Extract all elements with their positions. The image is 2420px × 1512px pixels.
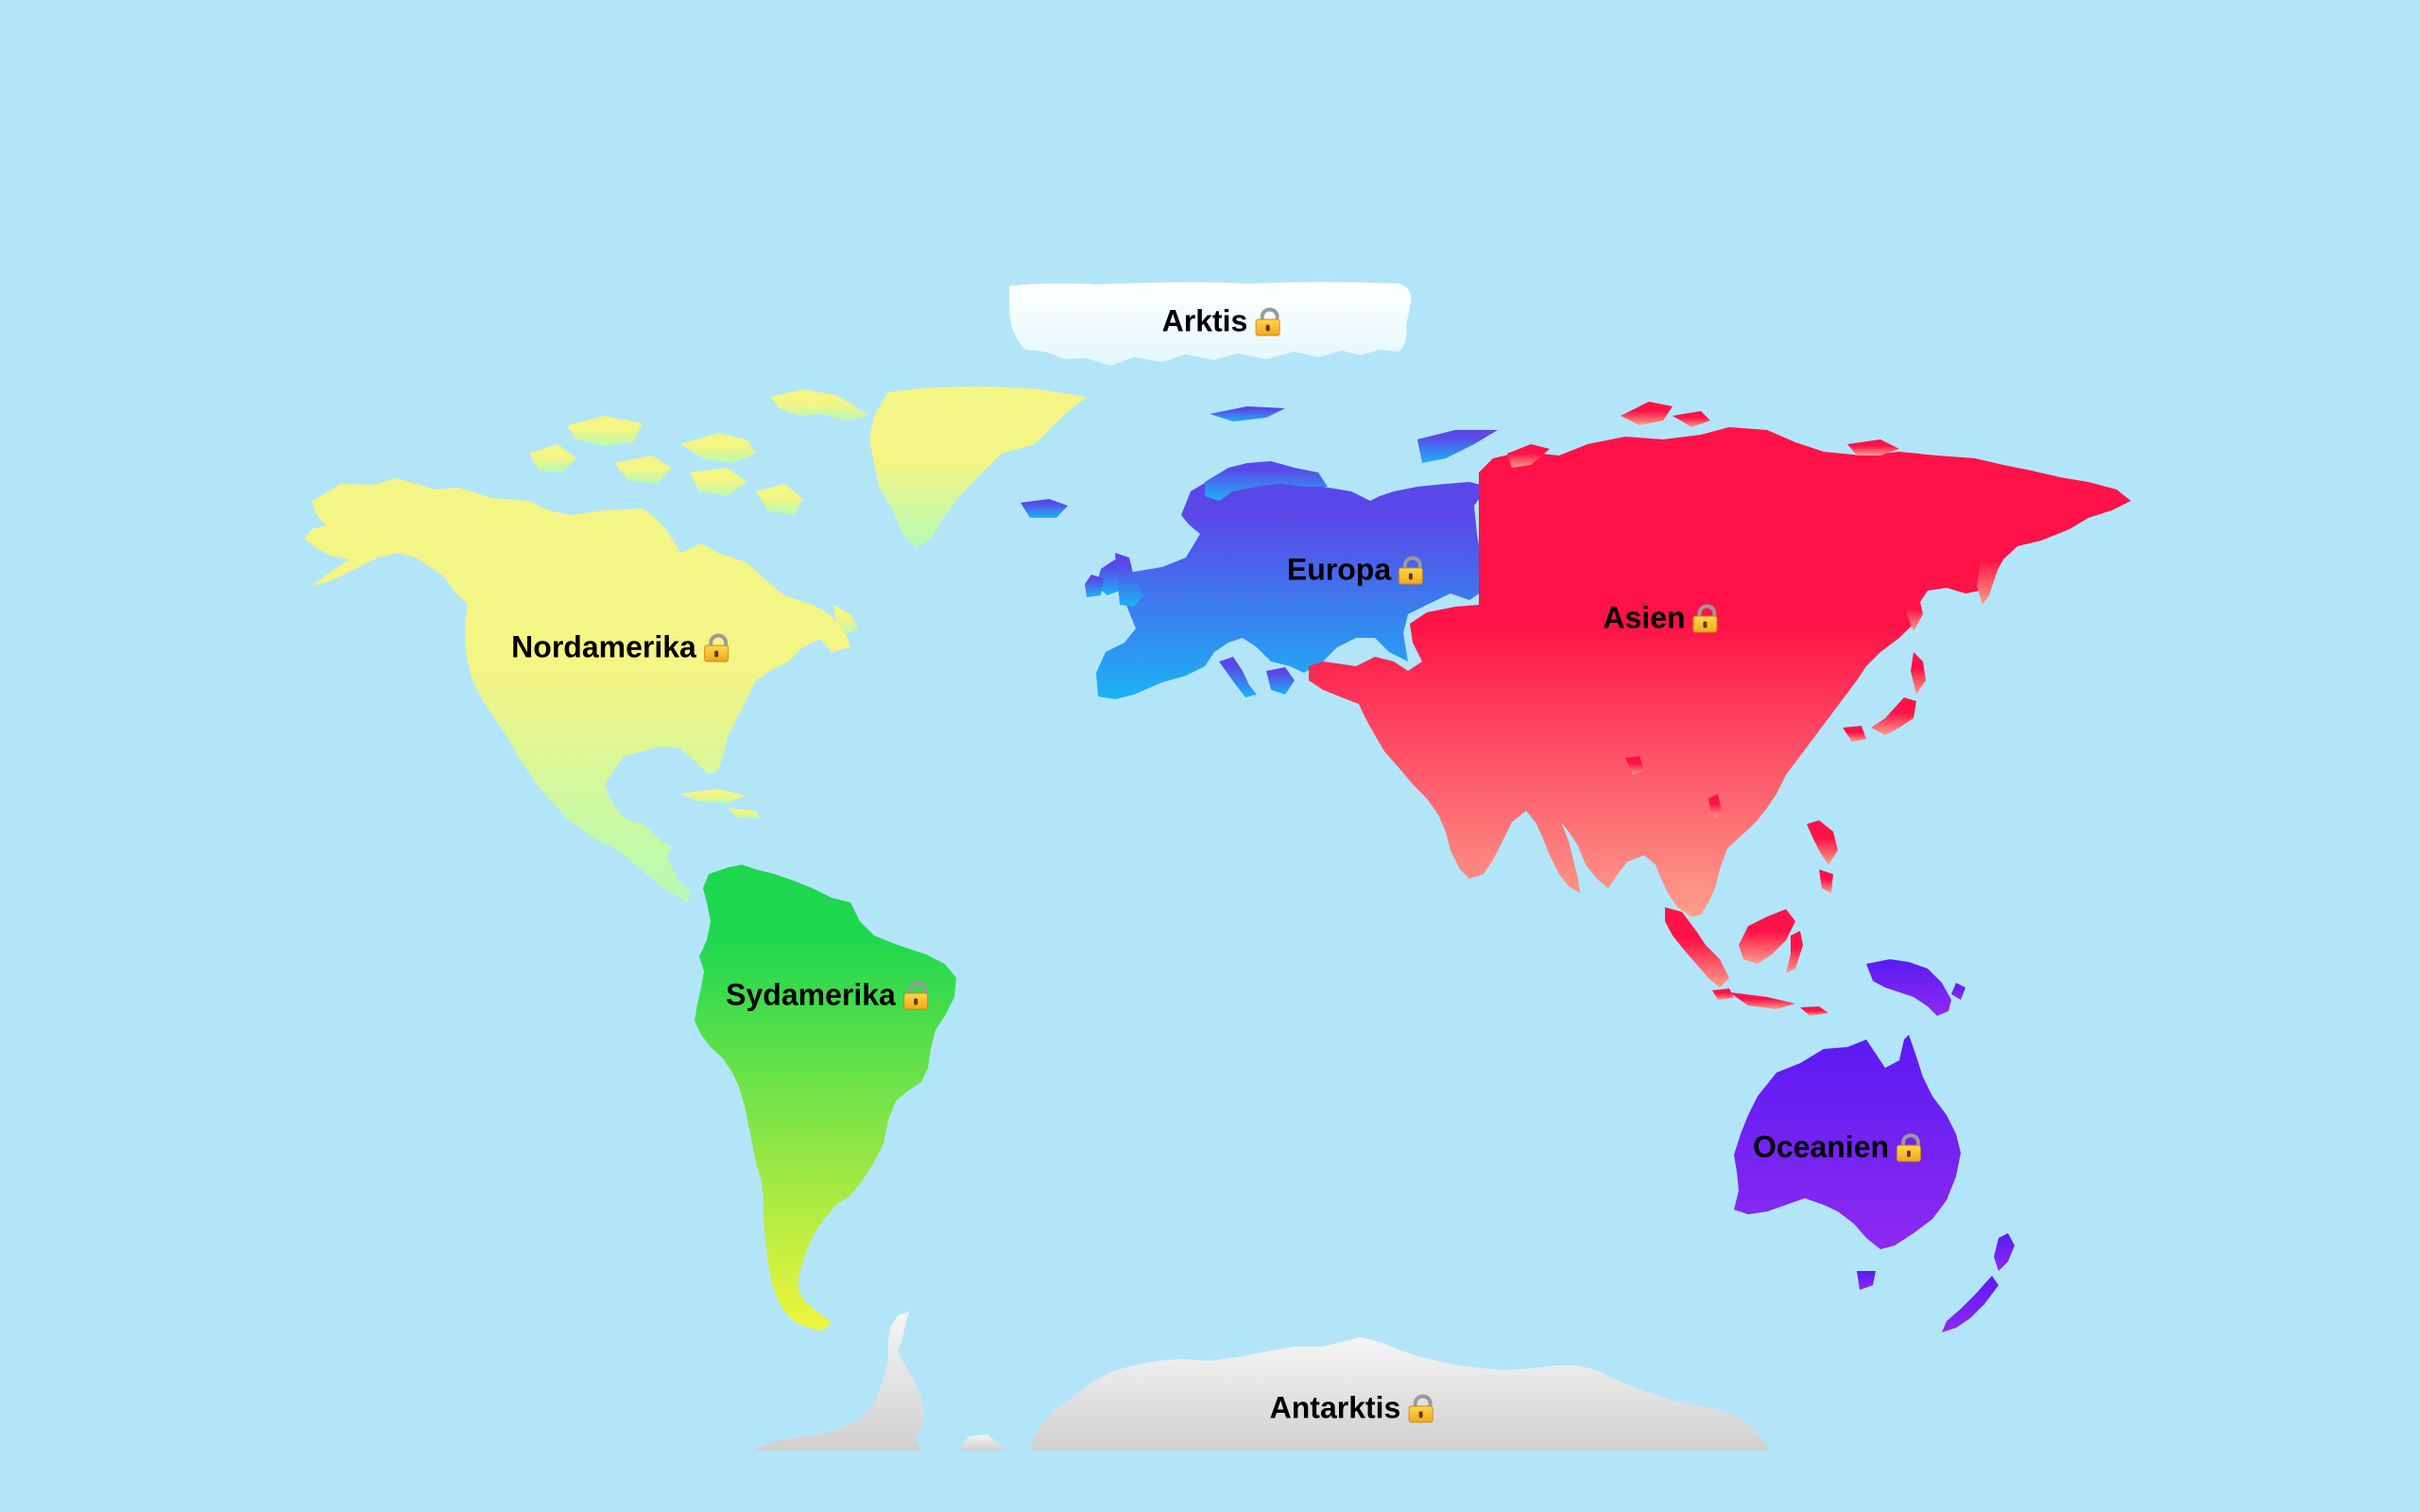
region-oceanien[interactable] xyxy=(1734,959,2015,1332)
world-map-screen: Arktis Nordamerika Europa Asien Sydameri… xyxy=(0,0,2420,1512)
region-nordamerika[interactable] xyxy=(304,387,1087,902)
world-map xyxy=(304,282,2131,1451)
region-arktis[interactable] xyxy=(1009,282,1412,367)
region-antarktis[interactable] xyxy=(751,1312,1769,1451)
region-sydamerika[interactable] xyxy=(695,865,956,1331)
